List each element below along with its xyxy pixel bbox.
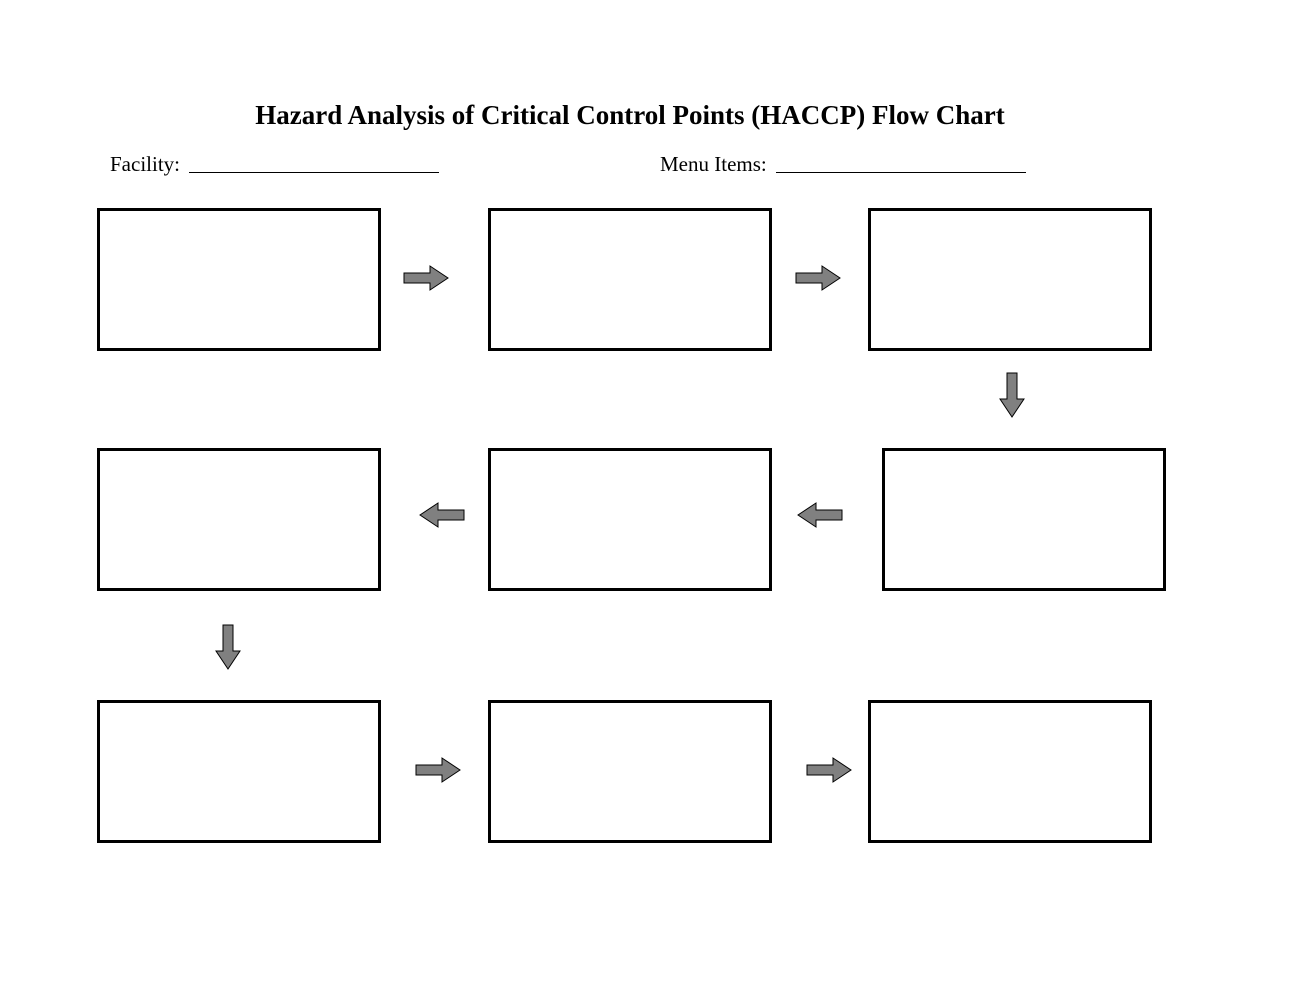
facility-label: Facility:: [110, 152, 180, 176]
facility-blank-line: [189, 172, 439, 173]
flow-box-3: [868, 208, 1152, 351]
flow-box-9: [868, 700, 1152, 843]
arrow-down-icon: [213, 623, 243, 673]
flow-box-7: [97, 700, 381, 843]
arrow-left-icon: [794, 500, 844, 530]
page-title: Hazard Analysis of Critical Control Poin…: [0, 100, 1260, 131]
arrow-right-icon: [794, 263, 844, 293]
menu-items-field: Menu Items:: [660, 152, 1026, 177]
menu-items-blank-line: [776, 172, 1026, 173]
flow-box-6: [97, 448, 381, 591]
menu-items-label: Menu Items:: [660, 152, 767, 176]
flow-box-8: [488, 700, 772, 843]
flow-box-5: [488, 448, 772, 591]
flow-box-4: [882, 448, 1166, 591]
facility-field: Facility:: [110, 152, 439, 177]
arrow-down-icon: [997, 371, 1027, 421]
flow-box-2: [488, 208, 772, 351]
arrow-right-icon: [414, 755, 464, 785]
arrow-right-icon: [402, 263, 452, 293]
arrow-left-icon: [416, 500, 466, 530]
arrow-right-icon: [805, 755, 855, 785]
flow-box-1: [97, 208, 381, 351]
